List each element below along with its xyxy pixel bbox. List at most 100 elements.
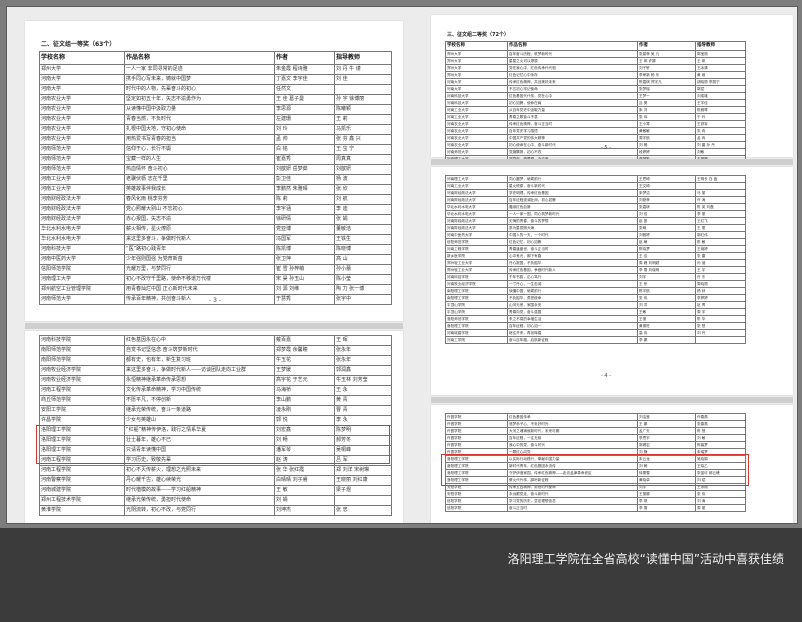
- table-row: 洛阳师范学院 来之不易的幸福生活 王丽陈 华: [445, 315, 746, 323]
- cell-school: 河南大学: [445, 78, 508, 86]
- cell-teacher: 董敏洁: [334, 224, 392, 235]
- cell-school: 河南师范大学: [39, 294, 125, 305]
- cell-author: 高 伟: [637, 329, 696, 337]
- cell-work-title: 百年征程，初心如一: [507, 322, 638, 330]
- cell-work-title: 青春逢盛世，奋斗正当时: [507, 245, 638, 253]
- table-row: 河南财经政法大学 愿为星辰照大海 张萌王 丽: [445, 224, 746, 232]
- cell-work-title: 同心圆梦，砥砺前行: [507, 175, 638, 183]
- cell-author: 郭 悦: [274, 415, 335, 426]
- cell-school: 郑州大学: [445, 50, 508, 58]
- cell-author: 王丽: [637, 315, 696, 323]
- cell-work-title: 时代中的人物，先辈奋斗的初心: [124, 84, 275, 95]
- cell-work-title: 少女与英雄山: [124, 415, 275, 426]
- cell-author: 赵 曼: [637, 217, 696, 225]
- cell-work-title: 永恒精神继承革命传承思想: [124, 375, 275, 386]
- cell-school: 河南农业大学: [39, 134, 125, 145]
- cell-teacher: 孙 涵: [695, 259, 746, 267]
- cell-author: 彭卫佳: [274, 174, 335, 185]
- table-row: 郑州大学 红色记忆心中永存 李荣新 杨 乐黄 维: [445, 71, 746, 79]
- cell-author: 王梦媛: [274, 365, 335, 376]
- table-row: 河南师范大学 党旗飘扬，初心不改 段婷婷 刘敏: [445, 148, 746, 156]
- cell-author: 刘 佳: [637, 210, 696, 218]
- cell-teacher: 刘敏: [695, 148, 746, 156]
- caption-text: 洛阳理工学院在全省高校“读懂中国”活动中喜获佳绩: [507, 552, 784, 566]
- cell-work-title: 信仰于心，长行不辍: [124, 144, 275, 155]
- cell-author: 白 铭: [274, 144, 335, 155]
- table-row: 河南农业大学 用热爱书写青春的担当孟 帅张 芬 鑫 兴: [39, 134, 392, 145]
- table-row: 河南工业大学 星火燎原，奋斗新时代 王文琦: [445, 182, 746, 190]
- cell-author: 陈晓梦: [637, 245, 696, 253]
- table-row: 南阳理工学院 不负韶华，勇担使命张 伟李婷婷: [445, 294, 746, 302]
- table-row: 河南财经政法大学 无悔的青春，奋斗的梦想赵 曼王红飞: [445, 217, 746, 225]
- table-row: 河南师范大学 信仰于心，长行不辍白 铭王 宝 宁: [39, 144, 392, 155]
- cell-school: 河南农业大学: [445, 134, 508, 142]
- cell-author: 王思琦: [637, 175, 696, 183]
- table-row: 许昌学院 红色基因传承 刘洁莹 许春燕: [445, 413, 746, 421]
- cell-teacher: 刘 丹: [695, 329, 746, 337]
- cell-author: 郑梦霞 余馨瞳: [274, 345, 335, 356]
- table-row: 许昌学院 大河之魂铸就新时代，未来可期 孟广夫陈 慧: [445, 427, 746, 435]
- cell-work-title: 丹心报国，不负韶华: [507, 259, 638, 267]
- cell-teacher: 于 玲: [695, 113, 746, 121]
- cell-teacher: 李婷婷: [695, 294, 746, 302]
- cell-work-title: 千年书韵，正心笃行: [507, 273, 638, 281]
- table-row: 郑州工程技术学院 继承光荣传统，勇担时代使命刘 娟: [39, 495, 392, 506]
- section-title-first-prize: 二、征文组一等奖（63个）: [41, 41, 116, 48]
- cell-teacher: 王婉婷: [695, 245, 746, 253]
- cell-teacher: 张 雷: [695, 252, 746, 260]
- cell-school: 河南农业大学: [445, 120, 508, 128]
- cell-work-title: 山河无恙，家国永安: [507, 301, 638, 309]
- cell-teacher: 张 芬 鑫 兴: [334, 134, 392, 145]
- table-row: 河南农业大学 扎根中国大地，守初心使命刘 玲马凯乐: [39, 124, 392, 135]
- document-viewer: 二、征文组一等奖（63个） 学校名称 作品名称 作者 指导教师 郑州大学 一人一家…: [6, 6, 798, 524]
- highlight-box-left: [36, 425, 390, 464]
- table-row: 黄淮学院 光阴流转，初心不改，与党同行 刘坤杰张 忠: [39, 505, 392, 516]
- cell-school: 许昌学院: [445, 427, 508, 435]
- cell-work-title: 一寸丹心，一生忠诚: [507, 280, 638, 288]
- caption-bar: 洛阳理工学院在全省高校“读懂中国”活动中喜获佳绩: [0, 528, 802, 622]
- table-row: 河南大学 传承红色精神，共创美好未来 陈嘉琪 郑宇凡 胡晓丽 李丽宁: [445, 78, 746, 86]
- cell-school: 河南农业大学: [39, 104, 125, 115]
- cell-teacher: 陈馨梦: [695, 441, 746, 449]
- cell-school: 河南财经政法大学: [39, 214, 125, 225]
- right-page-top: 三、征文组二等奖（72个） 学校名称 作品名称 作者 指导教师 郑州大学 百年奋斗…: [431, 15, 793, 163]
- cell-author: 黄敏敏: [637, 127, 696, 135]
- cell-teacher: 郭宝丽: [695, 50, 746, 58]
- cell-work-title: 党旗飘扬，初心不改: [507, 148, 638, 156]
- cell-work-title: 百年奋斗历程，筑梦新时代: [507, 50, 638, 58]
- table-row: 河南农业大学 从读懂中国中汲取力量 李思源 陈曦颖: [39, 104, 392, 115]
- cell-school: 河南农业大学: [39, 124, 125, 135]
- cell-work-title: 自觉书记坚信念 奋斗筑梦新时代: [124, 345, 275, 356]
- cell-work-title: 无悔的青春，奋斗的梦想: [507, 217, 638, 225]
- cell-author: 李荣新 杨 乐: [637, 71, 696, 79]
- cell-author: 王 佳: [637, 252, 696, 260]
- cell-school: 郑州大学: [445, 57, 508, 65]
- cell-author: 陈宇航: [637, 287, 696, 295]
- cell-work-title: 百年征程，一往无前: [507, 434, 638, 442]
- table-row: 河南财经政法大学 春风化雨 桃李芬芳陈 莉刘 航: [39, 194, 392, 205]
- cell-teacher: [695, 182, 746, 190]
- cell-teacher: 王 宝 宁: [334, 144, 392, 155]
- cell-teacher: 刘歆妍: [334, 164, 392, 175]
- table-row: 安阳工学院 继承光荣传统，奋斗一条道路 凌永刚曹 青: [39, 405, 392, 416]
- cell-teacher: 陈小莹: [334, 274, 392, 285]
- cell-author: 黄振旺: [637, 322, 696, 330]
- cell-teacher: 梁子煜: [334, 485, 392, 496]
- cell-work-title: 红色基因代代传，党在心中: [507, 92, 638, 100]
- table-row: 南阳理工学院 读懂中国，砥砺前行 陈宇航杨 林: [445, 287, 746, 295]
- cell-work-title: 红色记忆心中永存: [507, 71, 638, 79]
- cell-work-title: 传承红色基因，争做时代新人: [507, 266, 638, 274]
- table-row: 信阳学院 奋斗正当时李 雪周 丽: [445, 504, 746, 512]
- table-row: 河南财经政法大学 学史明理，传承红色基因 朱梦洁马 丽: [445, 189, 746, 197]
- table-row: 河南工程学院 初心不灭传薪火，理想之光照未来张 华 张红霞郑 刘洋 宋树琳: [39, 465, 392, 476]
- cell-teacher: 陶 力 张一博: [334, 284, 392, 295]
- cell-work-title: 大河之魂铸就新时代，未来可期: [507, 427, 638, 435]
- cell-teacher: 王铁军: [695, 120, 746, 128]
- table-row: 郑州大学 党在我心中，红色传承代代相 刘子轩 王冰清: [445, 64, 746, 72]
- cell-work-title: 学习党的历史，坚定理想信念: [507, 497, 638, 505]
- cell-school: 华北水利水电大学: [445, 203, 508, 211]
- table-row: 河南科技学院 千年书韵，正心笃行 刘宇许 东: [445, 273, 746, 281]
- cell-teacher: 赵 青: [695, 301, 746, 309]
- table-row: 河南农业大学 百年党史学习感悟 黄敏敏张 冉: [445, 127, 746, 135]
- cell-author: 高宇花 于艺元: [274, 375, 335, 386]
